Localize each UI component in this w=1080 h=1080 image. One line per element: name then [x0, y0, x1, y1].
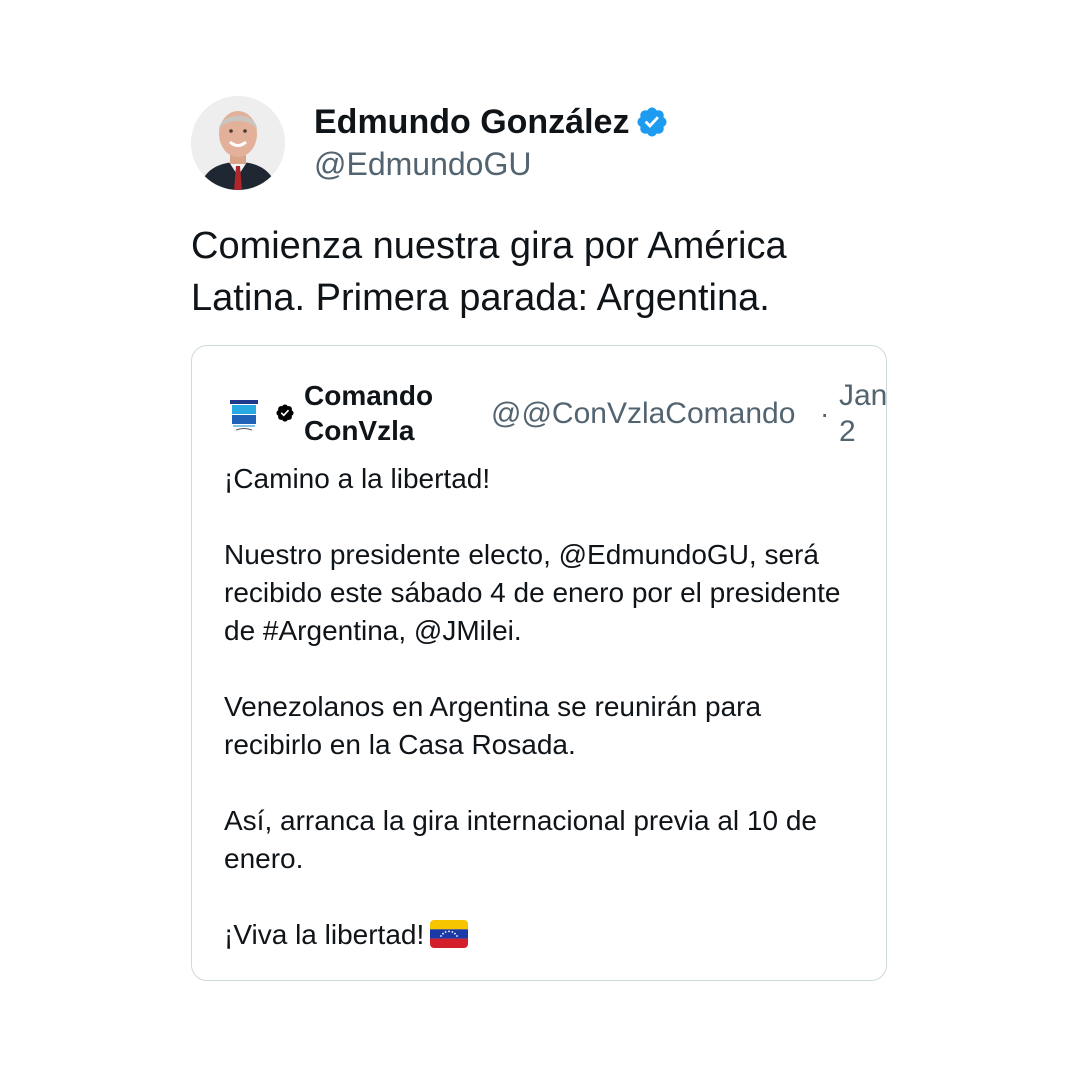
quote-date[interactable]: Jan 2 [839, 378, 899, 450]
quote-paragraph: ¡Camino a la libertad! [224, 463, 491, 494]
author-avatar[interactable] [191, 96, 285, 190]
author-name[interactable]: Edmundo González [314, 100, 629, 144]
verified-badge-icon [635, 105, 669, 139]
quote-paragraph: Nuestro presidente electo, @EdmundoGU, s… [224, 539, 841, 646]
quote-author-name[interactable]: Comando ConVzla [304, 378, 474, 448]
author-handle[interactable]: @EdmundoGU [314, 142, 531, 186]
quote-body: ¡Camino a la libertad! Nuestro president… [224, 460, 864, 954]
quote-paragraph: Así, arranca la gira internacional previ… [224, 805, 818, 874]
quote-tweet-card[interactable]: Comando ConVzla @@ConVzlaComando · Jan 2… [191, 345, 887, 981]
avatar-portrait-icon [191, 96, 285, 190]
comando-convzla-logo-icon[interactable] [224, 394, 264, 434]
venezuela-flag-icon [430, 920, 469, 948]
quote-author-handle[interactable]: @@ConVzlaComando [491, 396, 795, 432]
quote-header: Comando ConVzla @@ConVzlaComando · Jan 2 [224, 374, 887, 454]
tweet-text: Comienza nuestra gira por América Latina… [191, 225, 787, 319]
verified-badge-icon [275, 403, 295, 423]
quote-paragraph-last: ¡Viva la libertad! [224, 916, 864, 954]
quote-paragraph-text: ¡Viva la libertad! [224, 919, 425, 950]
quote-paragraph: Venezolanos en Argentina se reunirán par… [224, 691, 762, 760]
author-name-row: Edmundo González [314, 100, 669, 144]
separator-dot: · [820, 398, 830, 429]
